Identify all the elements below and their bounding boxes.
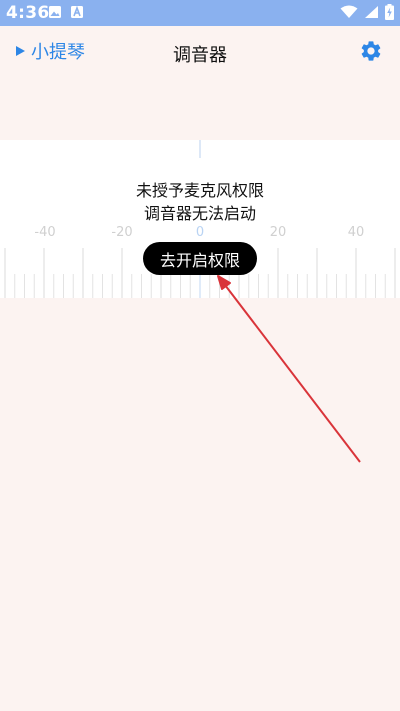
upper-pitch-zone [0, 76, 400, 140]
wifi-icon [340, 5, 358, 18]
status-right-icons [340, 4, 394, 20]
scale-label-40: 40 [347, 225, 365, 240]
gear-icon[interactable] [359, 39, 383, 63]
permission-message-line1: 未授予麦克风权限 [135, 181, 264, 200]
signal-icon [365, 6, 378, 18]
status-bar: 4:36 [0, 0, 400, 26]
scale-label-zero: 0 [195, 225, 205, 240]
scale-label-20: 20 [269, 225, 287, 240]
center-needle [199, 140, 201, 158]
scale-label-minus-40: -40 [34, 225, 56, 240]
enable-permission-button[interactable]: 去开启权限 [143, 242, 257, 275]
lower-pitch-zone [0, 298, 400, 711]
app-bar: 小提琴 调音器 [0, 26, 400, 76]
battery-charging-icon [385, 4, 394, 20]
status-time: 4:36 [6, 3, 50, 23]
page-title: 调音器 [173, 45, 227, 66]
permission-message-line2: 调音器无法启动 [143, 204, 256, 223]
image-icon [49, 6, 61, 18]
scale-label-minus-20: -20 [111, 225, 133, 240]
status-left-icons [48, 5, 84, 19]
tuner-screen: 4:36 小提琴 调音器 -40 -20 0 20 40 未授予麦克风权限 调音… [0, 0, 400, 711]
a-icon [71, 5, 83, 18]
